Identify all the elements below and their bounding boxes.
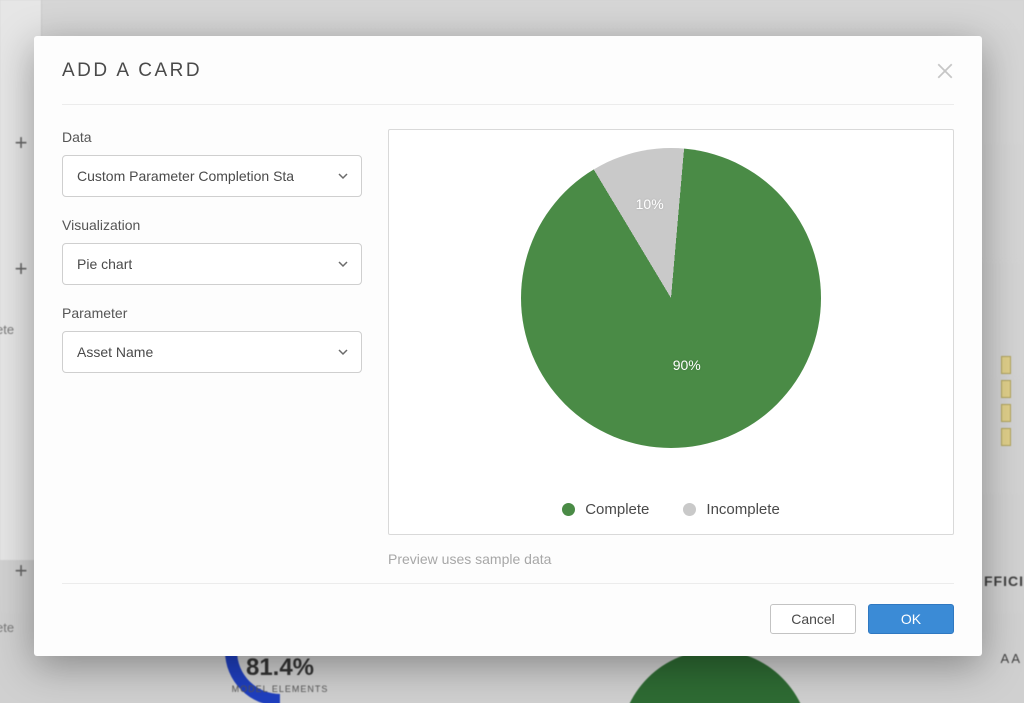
legend-swatch	[562, 503, 575, 516]
form-column: Data Custom Parameter Completion Sta Vis…	[62, 129, 362, 567]
preview-pane: 90% 10% Complete Incomplete	[388, 129, 954, 535]
bg-add-button-3: +	[8, 558, 34, 584]
chevron-down-icon	[337, 346, 349, 358]
modal-title: ADD A CARD	[62, 60, 202, 82]
modal-body: Data Custom Parameter Completion Sta Vis…	[62, 105, 954, 567]
legend-item: Complete	[562, 501, 649, 518]
cancel-button[interactable]: Cancel	[770, 604, 856, 634]
select-data-value: Custom Parameter Completion Sta	[77, 168, 294, 184]
pie-slice-label: 90%	[673, 357, 701, 373]
preview-column: 90% 10% Complete Incomplete Preview uses s…	[388, 129, 954, 567]
select-visualization[interactable]: Pie chart	[62, 243, 362, 285]
field-data: Data Custom Parameter Completion Sta	[62, 129, 362, 197]
bg-gauge-percent: 81.4%	[200, 654, 360, 682]
bg-gauge-sub: MODEL ELEMENTS	[200, 684, 360, 694]
modal-header: ADD A CARD	[62, 60, 954, 105]
legend-item: Incomplete	[683, 501, 779, 518]
bg-pie-shadow	[620, 650, 810, 703]
select-data[interactable]: Custom Parameter Completion Sta	[62, 155, 362, 197]
pie-chart: 90% 10%	[389, 148, 953, 448]
bg-add-button-1: +	[8, 130, 34, 156]
select-parameter-value: Asset Name	[77, 344, 153, 360]
modal-footer: Cancel OK	[62, 583, 954, 634]
legend-label: Complete	[585, 501, 649, 518]
label-data: Data	[62, 129, 362, 145]
label-visualization: Visualization	[62, 217, 362, 233]
close-icon	[936, 62, 954, 80]
chart-legend: Complete Incomplete	[389, 501, 953, 518]
field-parameter: Parameter Asset Name	[62, 305, 362, 373]
field-visualization: Visualization Pie chart	[62, 217, 362, 285]
ok-button-label: OK	[901, 611, 921, 627]
bg-side-cards	[988, 350, 1024, 550]
add-card-modal: ADD A CARD Data Custom Parameter Complet…	[34, 36, 982, 656]
chevron-down-icon	[337, 170, 349, 182]
preview-note: Preview uses sample data	[388, 551, 954, 567]
bg-right-a: A A	[1000, 650, 1020, 668]
label-parameter: Parameter	[62, 305, 362, 321]
bg-text-ete-1: ete	[0, 322, 14, 337]
cancel-button-label: Cancel	[791, 611, 835, 627]
ok-button[interactable]: OK	[868, 604, 954, 634]
select-visualization-value: Pie chart	[77, 256, 132, 272]
bg-add-button-2: +	[8, 256, 34, 282]
select-parameter[interactable]: Asset Name	[62, 331, 362, 373]
pie-slice-label: 10%	[636, 196, 664, 212]
chevron-down-icon	[337, 258, 349, 270]
legend-label: Incomplete	[706, 501, 779, 518]
pie-chart-graphic: 90% 10%	[521, 148, 821, 448]
bg-text-ete-2: ete	[0, 620, 14, 635]
legend-swatch	[683, 503, 696, 516]
close-button[interactable]	[936, 62, 954, 80]
